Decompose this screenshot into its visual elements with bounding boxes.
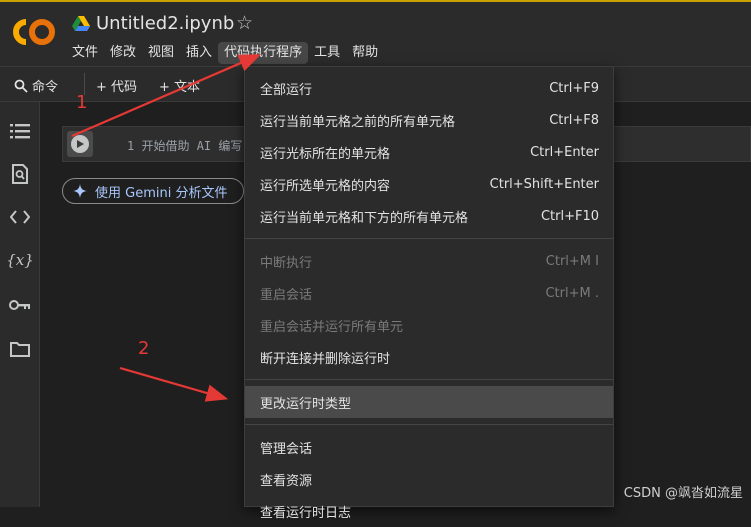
menu-item-label: 查看运行时日志 bbox=[260, 505, 352, 521]
menu-item-shortcut: Ctrl+Shift+Enter bbox=[489, 176, 599, 192]
menu-item-shortcut: Ctrl+M I bbox=[545, 253, 599, 269]
menu-run-selection[interactable]: 运行所选单元格的内容 Ctrl+Shift+Enter bbox=[245, 168, 613, 200]
menu-divider bbox=[245, 424, 613, 425]
add-code-button[interactable]: + 代码 bbox=[96, 76, 137, 95]
google-drive-icon[interactable] bbox=[72, 16, 90, 32]
menu-help[interactable]: 帮助 bbox=[346, 42, 384, 64]
files-folder-icon[interactable] bbox=[9, 338, 31, 360]
menu-divider bbox=[245, 238, 613, 239]
line-number: 1 bbox=[127, 139, 135, 153]
play-icon bbox=[71, 135, 89, 153]
annotation-arrow-2 bbox=[119, 366, 229, 402]
menu-restart-session[interactable]: 重启会话 Ctrl+M . bbox=[245, 277, 613, 309]
menu-bar: 文件 修改 视图 插入 代码执行程序 工具 帮助 bbox=[66, 42, 384, 64]
star-icon[interactable]: ☆ bbox=[236, 12, 253, 34]
menu-run-all[interactable]: 全部运行 Ctrl+F9 bbox=[245, 72, 613, 104]
search-icon bbox=[14, 79, 28, 93]
menu-item-label: 重启会话并运行所有单元 bbox=[260, 319, 404, 335]
cell-editor[interactable]: 1 开始借助 AI 编写 bbox=[127, 137, 242, 154]
menu-item-label: 全部运行 bbox=[260, 82, 313, 98]
annotation-label-2: 2 bbox=[138, 338, 150, 359]
command-label: 命令 bbox=[32, 80, 59, 95]
menu-file[interactable]: 文件 bbox=[66, 42, 104, 64]
table-of-contents-icon[interactable] bbox=[9, 120, 31, 142]
menu-view[interactable]: 视图 bbox=[142, 42, 180, 64]
add-text-button[interactable]: + 文本 bbox=[159, 76, 200, 95]
menu-change-runtime-type[interactable]: 更改运行时类型 bbox=[245, 386, 613, 418]
menu-item-shortcut: Ctrl+M . bbox=[545, 285, 599, 301]
annotation-label-1: 1 bbox=[76, 92, 88, 113]
menu-item-label: 更改运行时类型 bbox=[260, 396, 352, 412]
menu-restart-run-all[interactable]: 重启会话并运行所有单元 bbox=[245, 309, 613, 341]
menu-item-label: 中断执行 bbox=[260, 255, 313, 271]
menu-item-label: 查看资源 bbox=[260, 473, 313, 489]
menu-manage-sessions[interactable]: 管理会话 bbox=[245, 431, 613, 463]
runtime-menu-dropdown: 全部运行 Ctrl+F9 运行当前单元格之前的所有单元格 Ctrl+F8 运行光标所… bbox=[244, 66, 614, 521]
variables-icon[interactable]: {x} bbox=[6, 249, 34, 271]
header-bar: Untitled2.ipynb ☆ 文件 修改 视图 插入 代码执行程序 工具 … bbox=[0, 0, 751, 66]
code-snippets-icon[interactable] bbox=[9, 206, 31, 228]
command-palette-button[interactable]: 命令 bbox=[14, 76, 58, 95]
menu-item-shortcut: Ctrl+F8 bbox=[549, 112, 599, 128]
menu-tools[interactable]: 工具 bbox=[308, 42, 346, 64]
menu-item-label: 运行光标所在的单元格 bbox=[260, 146, 391, 162]
secrets-key-icon[interactable] bbox=[9, 294, 31, 316]
colab-logo[interactable] bbox=[12, 16, 56, 48]
menu-item-shortcut: Ctrl+F9 bbox=[549, 80, 599, 96]
menu-disconnect-delete[interactable]: 断开连接并删除运行时 bbox=[245, 341, 613, 373]
gemini-sparkle-icon bbox=[73, 184, 87, 198]
menu-run-focused[interactable]: 运行光标所在的单元格 Ctrl+Enter bbox=[245, 136, 613, 168]
menu-item-label: 运行所选单元格的内容 bbox=[260, 178, 391, 194]
menu-edit[interactable]: 修改 bbox=[104, 42, 142, 64]
menu-item-label: 断开连接并删除运行时 bbox=[260, 351, 391, 367]
menu-item-label: 运行当前单元格之前的所有单元格 bbox=[260, 114, 456, 130]
menu-item-label: 重启会话 bbox=[260, 287, 313, 303]
run-cell-button[interactable] bbox=[67, 131, 93, 157]
menu-item-label: 运行当前单元格和下方的所有单元格 bbox=[260, 210, 469, 226]
cell-placeholder: 开始借助 AI 编写 bbox=[141, 139, 243, 153]
menu-view-runtime-logs[interactable]: 查看运行时日志 bbox=[245, 495, 613, 527]
find-replace-icon[interactable] bbox=[9, 163, 31, 185]
menu-view-resources[interactable]: 查看资源 bbox=[245, 463, 613, 495]
menu-run-after[interactable]: 运行当前单元格和下方的所有单元格 Ctrl+F10 bbox=[245, 200, 613, 232]
menu-item-label: 管理会话 bbox=[260, 441, 313, 457]
notebook-title[interactable]: Untitled2.ipynb bbox=[96, 13, 234, 34]
menu-item-shortcut: Ctrl+Enter bbox=[530, 144, 599, 160]
gemini-analyze-button[interactable]: 使用 Gemini 分析文件 bbox=[62, 178, 244, 204]
menu-interrupt[interactable]: 中断执行 Ctrl+M I bbox=[245, 245, 613, 277]
menu-divider bbox=[245, 379, 613, 380]
menu-insert[interactable]: 插入 bbox=[180, 42, 218, 64]
gemini-label: 使用 Gemini 分析文件 bbox=[95, 185, 228, 201]
menu-run-before[interactable]: 运行当前单元格之前的所有单元格 Ctrl+F8 bbox=[245, 104, 613, 136]
menu-runtime[interactable]: 代码执行程序 bbox=[218, 42, 309, 64]
left-sidebar: {x} bbox=[0, 102, 40, 507]
menu-item-shortcut: Ctrl+F10 bbox=[540, 208, 599, 224]
watermark: CSDN @飒沓如流星 bbox=[623, 486, 743, 501]
